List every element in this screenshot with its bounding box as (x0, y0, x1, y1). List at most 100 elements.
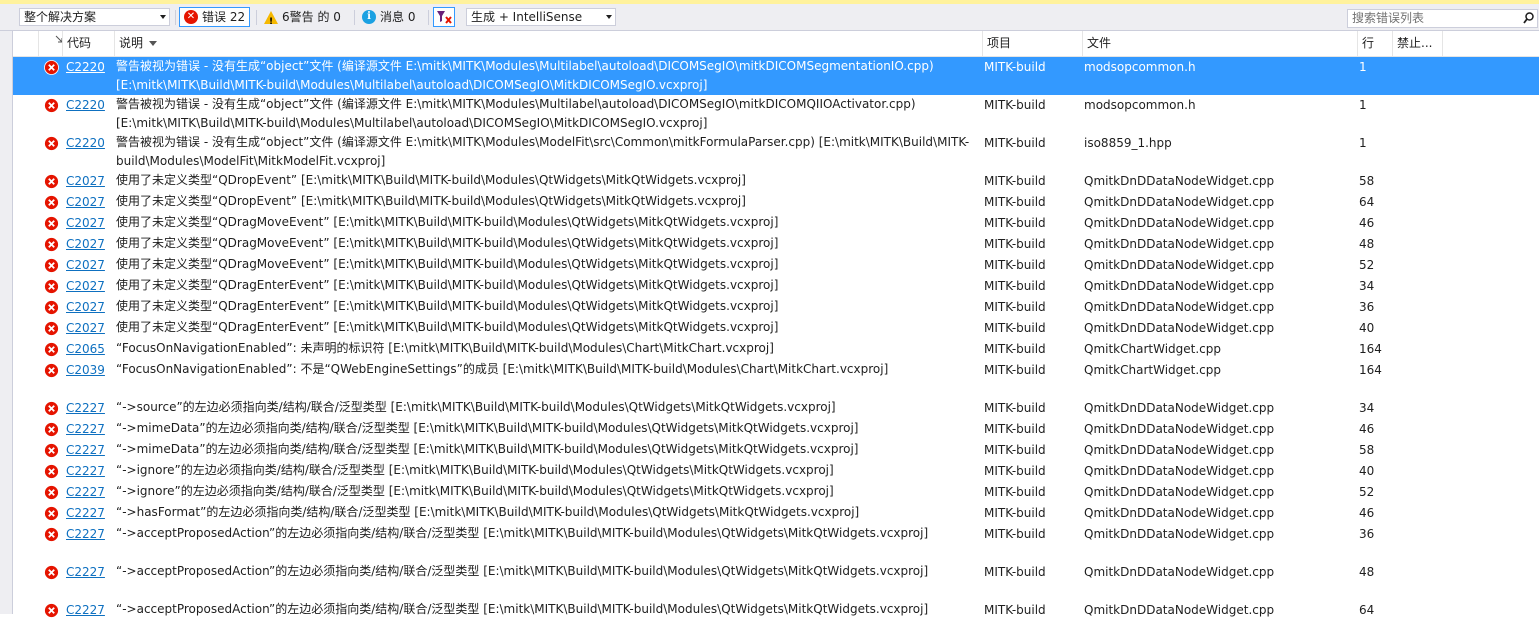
error-code-link[interactable]: C2039 (66, 360, 105, 381)
error-code-link[interactable]: C2065 (66, 339, 105, 360)
error-icon (44, 485, 59, 503)
error-icon (44, 279, 59, 297)
table-row[interactable]: C2227 “->source”的左边必须指向类/结构/联合/泛型类型 [E:\m… (13, 398, 1539, 419)
error-project: MITK-build (984, 527, 1046, 541)
error-file: QmitkDnDDataNodeWidget.cpp (1084, 464, 1275, 478)
error-icon (44, 422, 59, 440)
header-code[interactable]: 代码 (63, 31, 115, 56)
error-icon (44, 60, 59, 78)
table-row[interactable]: C2220 警告被视为错误 - 没有生成“object”文件 (编译源文件 E:\… (13, 57, 1539, 95)
table-row[interactable]: C2227 “->mimeData”的左边必须指向类/结构/联合/泛型类型 [E:… (13, 419, 1539, 440)
table-row[interactable]: C2227 “->acceptProposedAction”的左边必须指向类/结构… (13, 562, 1539, 600)
messages-filter-button[interactable]: i 消息 0 (358, 7, 419, 27)
table-row[interactable]: C2065 “FocusOnNavigationEnabled”: 未声明的标识符… (13, 339, 1539, 360)
error-description: “->mimeData”的左边必须指向类/结构/联合/泛型类型 [E:\mitk… (116, 421, 859, 435)
error-description: 使用了未定义类型“QDragEnterEvent” [E:\mitk\MITK\… (116, 299, 779, 313)
error-description: 使用了未定义类型“QDragEnterEvent” [E:\mitk\MITK\… (116, 320, 779, 334)
table-row[interactable]: C2220 警告被视为错误 - 没有生成“object”文件 (编译源文件 E:\… (13, 95, 1539, 133)
error-line: 164 (1359, 342, 1382, 356)
error-code-link[interactable]: C2227 (66, 562, 105, 583)
error-code-link[interactable]: C2027 (66, 318, 105, 339)
error-line: 48 (1359, 237, 1375, 251)
header-icon-column[interactable] (39, 31, 63, 56)
error-project: MITK-build (984, 237, 1046, 251)
error-code-link[interactable]: C2027 (66, 276, 105, 297)
error-file: QmitkDnDDataNodeWidget.cpp (1084, 237, 1275, 251)
table-row[interactable]: C2027 使用了未定义类型“QDropEvent” [E:\mitk\MITK\… (13, 171, 1539, 192)
header-project-label: 项目 (987, 36, 1012, 50)
warnings-filter-button[interactable]: ! 6警告 的 0 (260, 7, 345, 27)
error-code-link[interactable]: C2227 (66, 440, 105, 461)
table-row[interactable]: C2227 “->mimeData”的左边必须指向类/结构/联合/泛型类型 [E:… (13, 440, 1539, 461)
build-intellisense-toggle-button[interactable] (433, 7, 455, 27)
table-row[interactable]: C2220 警告被视为错误 - 没有生成“object”文件 (编译源文件 E:\… (13, 133, 1539, 171)
error-line: 34 (1359, 279, 1375, 293)
build-filter-dropdown[interactable]: 生成 + IntelliSense (466, 8, 616, 26)
table-row[interactable]: C2227 “->ignore”的左边必须指向类/结构/联合/泛型类型 [E:\m… (13, 482, 1539, 503)
error-line: 48 (1359, 565, 1375, 579)
error-file: QmitkDnDDataNodeWidget.cpp (1084, 485, 1275, 499)
error-icon (44, 506, 59, 524)
error-code-link[interactable]: C2227 (66, 503, 105, 524)
error-line: 36 (1359, 300, 1375, 314)
error-file: QmitkDnDDataNodeWidget.cpp (1084, 300, 1275, 314)
error-line: 40 (1359, 464, 1375, 478)
table-row[interactable]: C2027 使用了未定义类型“QDragEnterEvent” [E:\mitk\… (13, 318, 1539, 339)
error-code-link[interactable]: C2227 (66, 398, 105, 419)
header-suppression[interactable]: 禁止... (1393, 31, 1443, 56)
search-placeholder: 搜索错误列表 (1352, 11, 1425, 25)
error-icon (44, 527, 59, 545)
sort-down-icon (149, 41, 158, 46)
error-code-link[interactable]: C2027 (66, 255, 105, 276)
error-project: MITK-build (984, 136, 1046, 150)
table-row[interactable]: C2227 “->hasFormat”的左边必须指向类/结构/联合/泛型类型 [E… (13, 503, 1539, 524)
header-description[interactable]: 说明 (115, 31, 983, 56)
table-row[interactable]: C2227 “->acceptProposedAction”的左边必须指向类/结构… (13, 600, 1539, 638)
error-file: QmitkDnDDataNodeWidget.cpp (1084, 527, 1275, 541)
error-code-link[interactable]: C2227 (66, 600, 105, 621)
error-code-link[interactable]: C2227 (66, 461, 105, 482)
error-description: 使用了未定义类型“QDropEvent” [E:\mitk\MITK\Build… (116, 194, 746, 208)
error-code-link[interactable]: C2027 (66, 297, 105, 318)
chevron-down-icon (606, 15, 612, 19)
error-line: 40 (1359, 321, 1375, 335)
table-row[interactable]: C2027 使用了未定义类型“QDragMoveEvent” [E:\mitk\M… (13, 255, 1539, 276)
scope-dropdown[interactable]: 整个解决方案 (19, 8, 170, 26)
header-project[interactable]: 项目 (983, 31, 1083, 56)
chevron-down-icon (160, 15, 166, 19)
table-row[interactable]: C2027 使用了未定义类型“QDropEvent” [E:\mitk\MITK\… (13, 192, 1539, 213)
error-icon (44, 258, 59, 276)
error-code-link[interactable]: C2227 (66, 419, 105, 440)
error-code-link[interactable]: C2220 (66, 95, 105, 116)
error-code-link[interactable]: C2027 (66, 234, 105, 255)
error-project: MITK-build (984, 464, 1046, 478)
error-code-link[interactable]: C2220 (66, 57, 105, 78)
error-code-link[interactable]: C2027 (66, 192, 105, 213)
error-code-link[interactable]: C2227 (66, 524, 105, 545)
error-line: 36 (1359, 527, 1375, 541)
error-icon (44, 603, 59, 621)
header-line[interactable]: 行 (1358, 31, 1393, 56)
error-code-link[interactable]: C2027 (66, 171, 105, 192)
errors-filter-button[interactable]: ✕ 错误 22 (179, 7, 251, 27)
error-project: MITK-build (984, 506, 1046, 520)
error-code-link[interactable]: C2227 (66, 482, 105, 503)
error-code-link[interactable]: C2220 (66, 133, 105, 154)
error-file: QmitkDnDDataNodeWidget.cpp (1084, 443, 1275, 457)
table-row[interactable]: C2227 “->ignore”的左边必须指向类/结构/联合/泛型类型 [E:\m… (13, 461, 1539, 482)
table-row[interactable]: C2027 使用了未定义类型“QDragMoveEvent” [E:\mitk\M… (13, 213, 1539, 234)
search-error-list-input[interactable]: 搜索错误列表 (1347, 9, 1538, 28)
table-row[interactable]: C2027 使用了未定义类型“QDragEnterEvent” [E:\mitk\… (13, 276, 1539, 297)
error-project: MITK-build (984, 216, 1046, 230)
error-project: MITK-build (984, 195, 1046, 209)
header-file[interactable]: 文件 (1083, 31, 1358, 56)
error-icon (44, 363, 59, 381)
table-row[interactable]: C2227 “->acceptProposedAction”的左边必须指向类/结构… (13, 524, 1539, 562)
build-filter-value: 生成 + IntelliSense (471, 10, 583, 24)
table-row[interactable]: C2039 “FocusOnNavigationEnabled”: 不是“QWeb… (13, 360, 1539, 398)
error-project: MITK-build (984, 342, 1046, 356)
table-row[interactable]: C2027 使用了未定义类型“QDragEnterEvent” [E:\mitk\… (13, 297, 1539, 318)
errors-filter-label: 错误 22 (202, 10, 246, 24)
table-row[interactable]: C2027 使用了未定义类型“QDragMoveEvent” [E:\mitk\M… (13, 234, 1539, 255)
error-code-link[interactable]: C2027 (66, 213, 105, 234)
